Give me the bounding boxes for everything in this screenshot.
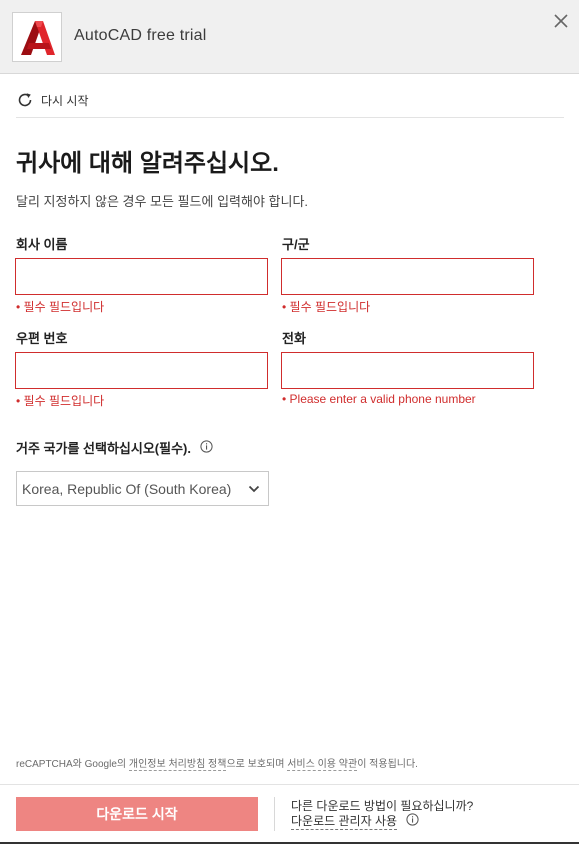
info-icon[interactable] bbox=[200, 439, 213, 456]
country-label-text: 거주 국가를 선택하십시오(필수). bbox=[16, 441, 191, 456]
phone-error: • Please enter a valid phone number bbox=[282, 392, 476, 406]
district-input[interactable] bbox=[281, 258, 534, 295]
legal-prefix: reCAPTCHA와 Google의 bbox=[16, 759, 129, 770]
legal-middle: 으로 보호되며 bbox=[226, 759, 288, 770]
country-label: 거주 국가를 선택하십시오(필수). bbox=[16, 438, 213, 457]
divider bbox=[16, 117, 564, 118]
autocad-logo-icon bbox=[21, 21, 55, 55]
privacy-policy-link[interactable]: 개인정보 처리방침 정책 bbox=[128, 759, 227, 771]
country-selected-value: Korea, Republic Of (South Korea) bbox=[22, 480, 232, 497]
postal-code-input[interactable] bbox=[15, 352, 268, 389]
postal-code-label: 우편 번호 bbox=[16, 331, 68, 346]
legal-suffix: 이 적용됩니다. bbox=[357, 759, 418, 770]
footer-divider bbox=[0, 784, 579, 785]
header: AutoCAD free trial bbox=[0, 0, 579, 74]
company-name-label: 회사 이름 bbox=[16, 237, 68, 252]
chevron-down-icon bbox=[248, 485, 260, 492]
footer-separator bbox=[274, 797, 275, 831]
district-error: • 필수 필드입니다 bbox=[282, 300, 371, 314]
close-button[interactable] bbox=[548, 8, 574, 34]
start-download-button[interactable]: 다운로드 시작 bbox=[16, 797, 258, 831]
autocad-logo bbox=[12, 12, 62, 62]
refresh-icon bbox=[18, 93, 32, 107]
close-icon bbox=[554, 14, 568, 28]
form-subtitle: 달리 지정하지 않은 경우 모든 필드에 입력해야 합니다. bbox=[16, 194, 309, 209]
download-manager-row: 다운로드 관리자 사용 bbox=[291, 812, 419, 830]
postal-code-error: • 필수 필드입니다 bbox=[16, 394, 105, 408]
phone-input[interactable] bbox=[281, 352, 534, 389]
terms-of-service-link[interactable]: 서비스 이용 약관 bbox=[287, 759, 358, 771]
country-select[interactable]: Korea, Republic Of (South Korea) bbox=[16, 471, 269, 506]
legal-notice: reCAPTCHA와 Google의 개인정보 처리방침 정책으로 보호되며 서… bbox=[16, 755, 418, 771]
phone-label: 전화 bbox=[282, 331, 306, 346]
app-title: AutoCAD free trial bbox=[74, 27, 207, 44]
restart-button[interactable]: 다시 시작 bbox=[16, 90, 89, 110]
company-name-error: • 필수 필드입니다 bbox=[16, 300, 105, 314]
info-icon[interactable] bbox=[406, 813, 419, 829]
form-title: 귀사에 대해 알려주십시오. bbox=[16, 150, 279, 177]
company-name-input[interactable] bbox=[15, 258, 268, 295]
download-manager-link[interactable]: 다운로드 관리자 사용 bbox=[291, 812, 398, 830]
restart-label: 다시 시작 bbox=[41, 93, 89, 108]
district-label: 구/군 bbox=[282, 237, 310, 252]
